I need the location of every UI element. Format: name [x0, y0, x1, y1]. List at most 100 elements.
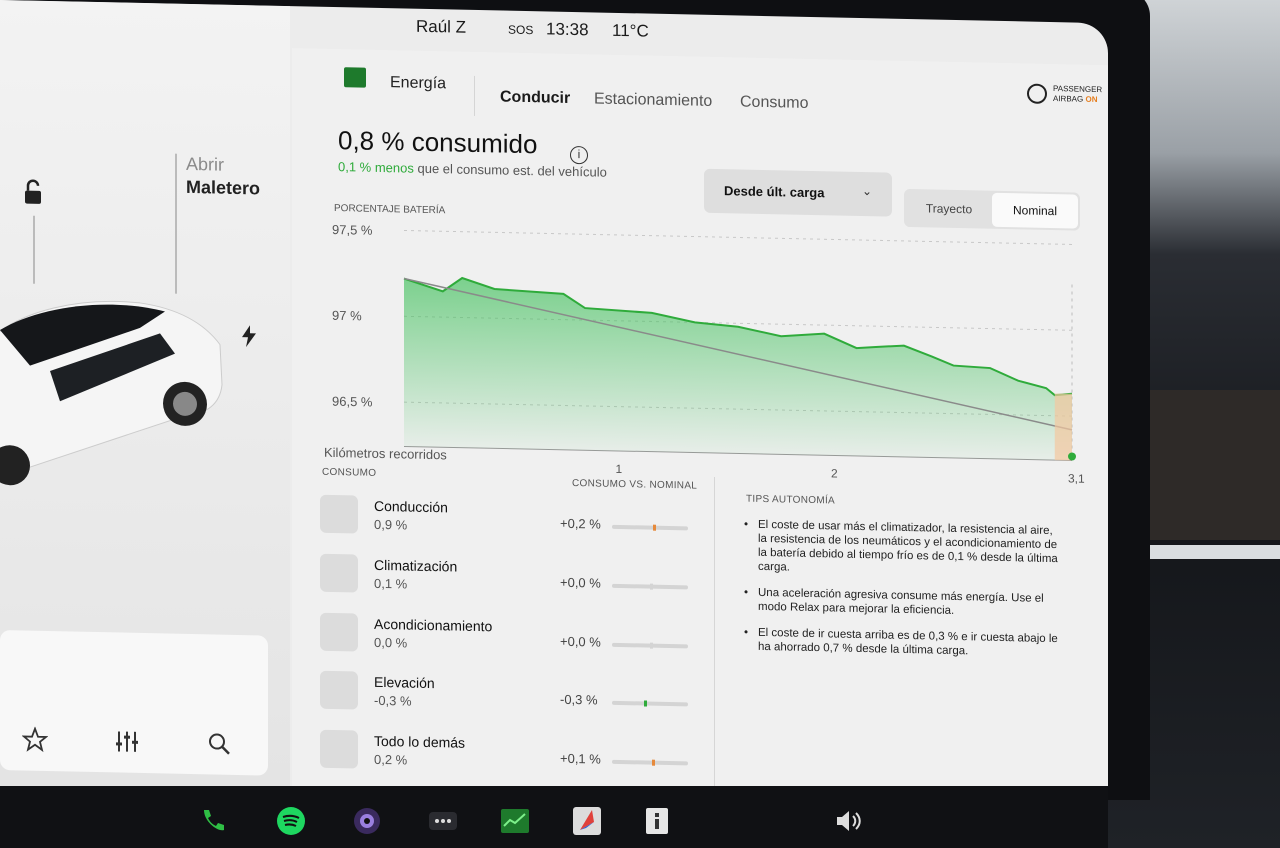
consumption-row: Conducción 0,9 % +0,2 %: [320, 494, 700, 553]
spotify-icon[interactable]: [276, 806, 306, 836]
gridline: [404, 229, 1072, 245]
volume-icon[interactable]: [834, 806, 864, 836]
comparison-highlight: 0,1 % menos: [338, 159, 414, 176]
phone-icon[interactable]: [198, 806, 228, 836]
dashboard-panel: [1140, 390, 1280, 540]
consumption-row: Elevación -0,3 % -0,3 %: [320, 670, 700, 729]
row-name: Acondicionamiento: [374, 615, 493, 635]
row-name: Climatización: [374, 556, 458, 575]
car-panel: Abrir Maletero: [0, 0, 290, 793]
car-image: [0, 300, 223, 486]
tip-item: Una aceleración agresiva consume más ene…: [744, 586, 1064, 621]
row-percent: -0,3 %: [374, 692, 412, 709]
row-percent: 0,0 %: [374, 634, 408, 651]
row-delta: +0,2 %: [560, 515, 601, 532]
consumption-row: Todo lo demás 0,2 % +0,1 %: [320, 729, 700, 788]
row-delta-marker: [651, 759, 655, 766]
navigation-icon[interactable]: [572, 806, 602, 836]
row-delta-bar: [612, 759, 688, 766]
row-delta: +0,0 %: [560, 574, 601, 591]
user-name[interactable]: Raúl Z: [416, 17, 466, 38]
energy-app: Energía Conducir Estacionamiento Consumo…: [292, 48, 1108, 810]
manual-icon[interactable]: [642, 806, 672, 836]
airbag-label-word: AIRBAG: [1053, 94, 1084, 104]
info-icon[interactable]: i: [570, 145, 588, 165]
airbag-label-line1: PASSENGER: [1053, 84, 1103, 95]
passenger-airbag-indicator: PASSENGER AIRBAG ON: [1027, 82, 1103, 112]
row-name: Elevación: [374, 673, 435, 692]
airbag-label-line2: AIRBAG ON: [1053, 94, 1097, 104]
row-name: Conducción: [374, 497, 448, 516]
consumption-comparison: 0,1 % menos que el consumo est. del vehí…: [338, 159, 607, 180]
fan-icon: [320, 553, 358, 593]
tab-estacionamiento[interactable]: Estacionamiento: [594, 90, 712, 110]
touchscreen: Abrir Maletero Raúl Z SOS 13:38 11°C Ene…: [0, 0, 1108, 810]
chevron-down-icon: ⌄: [862, 184, 873, 199]
x-tick-label: 2: [831, 466, 838, 480]
consumo-header: CONSUMO: [322, 466, 377, 479]
temperature: 11°C: [612, 20, 649, 41]
row-delta-marker: [650, 642, 653, 649]
battery-chart: PORCENTAJE BATERÍA 97,5 % 97 % 96,5 % Kilóme…: [324, 201, 1085, 486]
x-tick-label: 1: [615, 462, 622, 476]
range-dropdown-value: Desde últ. carga: [724, 183, 825, 201]
app-dock: [0, 786, 1108, 848]
airbag-icon: [1027, 83, 1047, 104]
y-axis-title: PORCENTAJE BATERÍA: [334, 201, 446, 216]
trunk-label-trunk: Maletero: [186, 176, 261, 199]
y-tick-label: 97 %: [332, 308, 362, 324]
screen-bezel: Abrir Maletero Raúl Z SOS 13:38 11°C Ene…: [0, 0, 1150, 810]
series-area: [404, 278, 1072, 461]
tab-consumo[interactable]: Consumo: [740, 94, 808, 113]
quick-controls-card: [0, 630, 268, 776]
unlock-icon[interactable]: [20, 178, 46, 207]
row-delta-marker: [650, 583, 653, 590]
overconsumption-area: [1054, 393, 1073, 461]
row-delta-bar: [612, 642, 688, 649]
x-axis-title: Kilómetros recorridos: [324, 445, 447, 463]
app-title: Energía: [390, 74, 447, 93]
row-delta: +0,1 %: [560, 750, 601, 767]
energy-icon[interactable]: [500, 806, 530, 836]
trunk-label-open: Abrir: [186, 153, 225, 175]
car-icon: [320, 494, 358, 534]
camera-icon[interactable]: [352, 806, 382, 836]
energy-app-icon: [344, 67, 366, 88]
y-tick-label: 97,5 %: [332, 222, 373, 238]
row-percent: 0,1 %: [374, 575, 408, 592]
consumption-row: Climatización 0,1 % +0,0 %: [320, 553, 700, 612]
clock: 13:38: [546, 19, 589, 40]
comparison-text: que el consumo est. del vehículo: [413, 160, 607, 180]
y-tick-label: 96,5 %: [332, 394, 373, 410]
tab-separator: [474, 75, 475, 116]
section-divider: [714, 476, 715, 797]
consumption-row: Acondicionamiento 0,0 % +0,0 %: [320, 612, 700, 671]
row-name: Todo lo demás: [374, 732, 466, 751]
row-delta-bar: [612, 583, 688, 590]
charge-port-icon[interactable]: [240, 325, 258, 348]
row-delta: -0,3 %: [560, 691, 598, 708]
open-trunk-button[interactable]: Abrir Maletero: [186, 154, 296, 200]
bolt-icon: [320, 729, 358, 769]
search-icon[interactable]: [206, 730, 232, 757]
tab-conducir[interactable]: Conducir: [500, 88, 570, 107]
battery-icon: [320, 612, 358, 652]
more-icon[interactable]: [428, 806, 458, 836]
tips-list: El coste de usar más el climatizador, la…: [744, 518, 1064, 673]
row-delta-bar: [612, 524, 688, 531]
dashboard-trim: [1140, 545, 1280, 559]
row-delta-marker: [653, 524, 657, 531]
tip-item: El coste de usar más el climatizador, la…: [744, 518, 1064, 581]
star-icon[interactable]: [22, 726, 48, 753]
photo-stage: Abrir Maletero Raúl Z SOS 13:38 11°C Ene…: [0, 0, 1280, 848]
x-tick-label: 3,1: [1068, 471, 1085, 485]
row-delta-marker: [643, 700, 647, 707]
row-percent: 0,9 %: [374, 516, 408, 533]
row-percent: 0,2 %: [374, 751, 408, 768]
controls-sliders-icon[interactable]: [114, 728, 140, 755]
row-delta: +0,0 %: [560, 633, 601, 650]
tip-item: El coste de ir cuesta arriba es de 0,3 %…: [744, 626, 1064, 661]
tips-header: TIPS AUTONOMÍA: [746, 493, 836, 507]
sos-label[interactable]: SOS: [508, 23, 533, 38]
airbag-state: ON: [1085, 94, 1098, 104]
